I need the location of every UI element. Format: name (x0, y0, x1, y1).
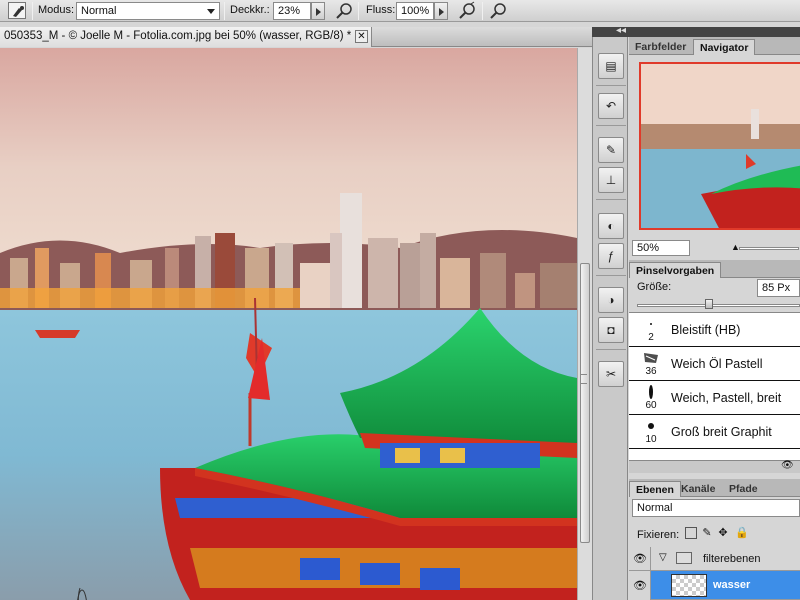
navigator-preview[interactable] (639, 62, 800, 230)
effects-icon[interactable]: ƒ (598, 243, 624, 269)
options-bar: Modus: Normal Deckkr.: 23% Fluss: 100% (0, 0, 800, 22)
vertical-scrollbar[interactable] (577, 48, 592, 600)
navigator-zoom-value: 50% (637, 242, 660, 254)
history-icon[interactable]: ↶ (598, 93, 624, 119)
mode-select[interactable]: Normal (76, 2, 220, 20)
layers-tabbar: Ebenen Kanäle Pfade (629, 479, 800, 497)
brush-preset-size: 2 (648, 332, 654, 343)
brush-tool-icon (13, 6, 24, 17)
navigator-zoom-input[interactable]: 50% (632, 240, 690, 256)
document-tab-bar: 050353_M - © Joelle M - Fotolia.com.jpg … (0, 27, 592, 47)
scrollbar-grip (581, 374, 587, 384)
lock-pixels-icon[interactable]: ✎ (701, 527, 713, 539)
navigator-thumbnail-image (641, 64, 800, 228)
eye-icon[interactable]: 👁 (633, 579, 647, 592)
navigator-zoom-slider[interactable] (739, 247, 799, 250)
flow-label: Fluss: (366, 4, 396, 16)
brush-size-handle[interactable] (704, 299, 713, 309)
brush-preset-size: 60 (645, 400, 657, 411)
brushes-footer: 👁 (629, 460, 800, 473)
brush-size-value: 85 Px (762, 282, 791, 294)
eye-icon[interactable]: 👁 (633, 552, 647, 565)
brush-size-label: Größe: (637, 281, 672, 293)
mode-value: Normal (81, 5, 117, 17)
brush-size-input[interactable]: 85 Px (757, 279, 800, 297)
pressure-opacity-icon[interactable] (334, 1, 354, 21)
folder-icon (676, 552, 692, 564)
brush-tip-icon (650, 323, 652, 325)
lock-label: Fixieren: (637, 529, 680, 541)
flow-value: 100% (401, 5, 430, 17)
navigator-tabbar: Farbfelder Navigator (629, 37, 800, 55)
brush-preset-item[interactable]: 36 Weich Öl Pastell (629, 347, 800, 381)
tab-navigator[interactable]: Navigator (693, 39, 756, 55)
toggle-brush-panel-icon[interactable]: 👁 (781, 460, 794, 471)
tools-icon[interactable]: ✂ (598, 361, 624, 387)
clone-source-icon[interactable]: ⊥ (598, 167, 624, 193)
layers-panel: Ebenen Kanäle Pfade Normal Fixieren: ✎ ✥… (629, 479, 800, 600)
mode-label: Modus: (38, 4, 75, 16)
brush-preset-name: Bleistift (HB) (671, 323, 741, 337)
blend-mode-select[interactable]: Normal (632, 499, 800, 517)
brush-preset-size: 10 (645, 434, 657, 445)
pressure-size-icon[interactable] (488, 1, 508, 21)
brush-preset-size: 36 (645, 366, 657, 377)
brushes-tabbar: Pinselvorgaben (629, 260, 800, 278)
painting-image (0, 48, 577, 600)
brush-tip-icon (648, 423, 654, 429)
flow-slider-button[interactable] (434, 2, 448, 20)
expand-triangle-icon[interactable]: ▽ (659, 552, 667, 563)
brush-preset-name: Weich, Pastell, breit (671, 391, 782, 405)
panel-dock-strip: ▤ ↶ ✎ ⊥ ◐ ƒ ◑ ◘ ✂ (592, 27, 628, 600)
dock-header[interactable]: ◂◂ (592, 25, 800, 37)
layer-visibility[interactable]: 👁 (629, 571, 651, 600)
document-tab[interactable]: 050353_M - © Joelle M - Fotolia.com.jpg … (0, 27, 372, 47)
opacity-label: Deckkr.: (230, 4, 270, 16)
close-icon[interactable]: ✕ (355, 30, 368, 43)
layer-row-group[interactable]: 👁 ▽ filterebenen (629, 547, 800, 571)
opacity-slider-button[interactable] (311, 2, 325, 20)
chevron-down-icon (207, 9, 215, 14)
brush-preset-item[interactable]: 60 Weich, Pastell, breit (629, 381, 800, 415)
brush-preset-list: 2 Bleistift (HB) 36 Weich Öl Pastell 60 … (629, 312, 800, 460)
lock-transparency-icon[interactable] (685, 527, 697, 539)
tab-layers[interactable]: Ebenen (629, 481, 681, 497)
layer-row-selected[interactable]: 👁 wasser (629, 571, 800, 600)
tab-swatches[interactable]: Farbfelder (629, 39, 692, 55)
airbrush-icon[interactable] (457, 1, 477, 21)
blend-mode-value: Normal (637, 502, 673, 514)
layer-name: filterebenen (703, 553, 761, 565)
brush-presets-panel: Pinselvorgaben Größe: 85 Px 2 Bleistift … (629, 260, 800, 473)
brush-preset-item[interactable]: 10 Groß breit Graphit (629, 415, 800, 449)
document-canvas[interactable] (0, 48, 577, 600)
tab-paths[interactable]: Pfade (723, 481, 764, 497)
brush-preset-item[interactable]: 2 Bleistift (HB) (629, 313, 800, 347)
brush-preset-name: Weich Öl Pastell (671, 357, 763, 371)
collapse-icon[interactable]: ◂◂ (616, 25, 626, 36)
mask-icon[interactable]: ◘ (598, 317, 624, 343)
layer-visibility[interactable]: 👁 (629, 547, 651, 571)
brush-size-slider[interactable] (637, 304, 800, 307)
navigator-panel: Farbfelder Navigator 50% ▲ (629, 37, 800, 260)
document-title: 050353_M - © Joelle M - Fotolia.com.jpg … (4, 30, 352, 42)
tab-channels[interactable]: Kanäle (675, 481, 721, 497)
scrollbar-thumb[interactable] (580, 263, 590, 543)
layer-thumbnail (671, 574, 707, 597)
opacity-value: 23% (278, 5, 301, 17)
lock-position-icon[interactable]: ✥ (717, 527, 729, 539)
adjustments-icon[interactable]: ◑ (598, 287, 624, 313)
brush-presets-icon[interactable]: ✎ (598, 137, 624, 163)
layer-name: wasser (713, 579, 751, 591)
brush-tip-icon (644, 353, 658, 363)
lock-all-icon[interactable]: 🔒 (735, 527, 749, 539)
histogram-icon[interactable]: ▤ (598, 53, 624, 79)
opacity-input[interactable]: 23% (273, 2, 311, 20)
flow-input[interactable]: 100% (396, 2, 434, 20)
styles-icon[interactable]: ◐ (598, 213, 624, 239)
tab-brush-presets[interactable]: Pinselvorgaben (629, 262, 722, 278)
tool-preset-picker[interactable] (8, 2, 26, 19)
brush-preset-name: Groß breit Graphit (671, 425, 772, 439)
brush-tip-icon (649, 385, 653, 399)
